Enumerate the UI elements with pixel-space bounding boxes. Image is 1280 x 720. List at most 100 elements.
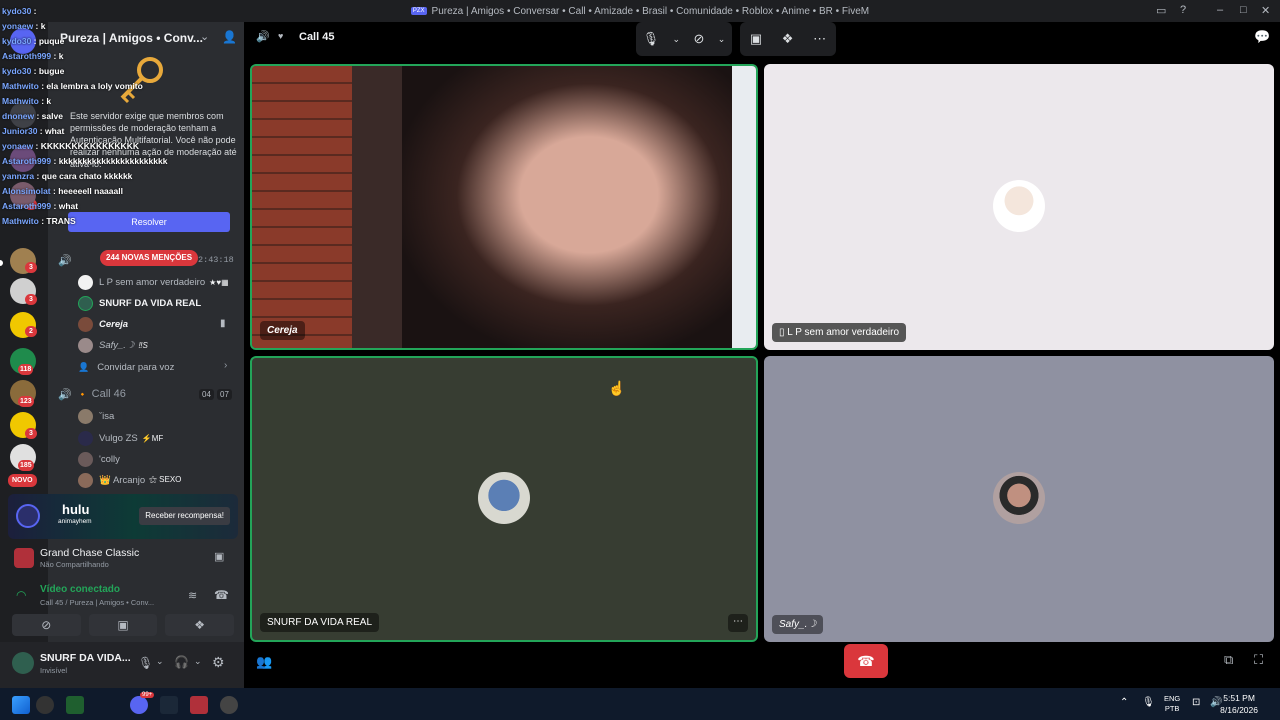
app-icon[interactable] [66,696,84,714]
settings-gear-icon[interactable]: ⚙ [212,654,225,671]
chat-text: k [46,96,52,106]
chevron-down-icon[interactable]: ⌄ [156,656,164,667]
avatar [993,472,1045,524]
game-name: Grand Chase Classic [40,547,140,559]
voice-member[interactable]: 'colly [78,449,120,469]
participant-tile[interactable]: Safy_.☽ [764,356,1274,642]
clock[interactable]: 5:51 PM 8/16/2026 [1220,692,1258,716]
app-icon[interactable] [36,696,54,714]
chat-separator: : [51,156,59,166]
voice-member[interactable]: Safy_.☽ ‼S [78,335,148,355]
voice-connection: ◠ Vídeo conectado Call 45 / Pureza | Ami… [8,582,238,612]
connection-path[interactable]: Call 45 / Pureza | Amigos • Conv... [40,598,154,607]
chevron-down-icon[interactable]: ⌄ [194,656,202,667]
activities-button[interactable]: ❖ [165,614,235,636]
microphone-icon[interactable]: 🎙 [643,31,660,47]
screen-share-icon[interactable]: ▣ [214,550,224,563]
chevron-up-icon[interactable]: ⌃ [1120,697,1128,708]
minimize-button[interactable]: – [1217,4,1223,16]
voice-member[interactable]: Cereja [78,314,128,334]
chat-message: dnonew : salve [2,109,247,124]
network-icon[interactable]: ⊡ [1192,697,1200,708]
invite-to-call-icon[interactable]: 👥 [256,654,272,670]
chat-text: salve [41,111,63,121]
promo-sub: animayhem [58,518,92,525]
help-icon[interactable]: ? [1180,4,1186,16]
steam-icon[interactable] [160,696,178,714]
avatar[interactable] [12,652,34,674]
avatar [78,337,93,353]
mentions-pill[interactable]: 244 NOVAS MENÇÕES [100,250,199,266]
video-frame [402,66,742,348]
camera-off-icon[interactable]: ⊘ [693,31,704,47]
more-options-icon[interactable]: ⋯ [728,614,748,632]
chevron-down-icon[interactable]: ⌄ [718,34,726,45]
signal-icon[interactable]: ◠ [16,588,26,602]
avatar [78,274,93,290]
discord-icon[interactable] [130,696,148,714]
headphones-icon[interactable]: 🎧 [174,655,189,669]
language-indicator[interactable]: ENG PTB [1164,694,1180,714]
screen-share-button[interactable]: ▣ [88,614,158,636]
participant-name: Safy_.☽ [772,615,824,634]
disconnect-icon[interactable]: ☎ [214,588,229,602]
voice-member[interactable]: ˇisa [78,406,114,426]
audio-video-controls: 🎙 ⌄ ⊘ ⌄ [636,22,732,56]
noise-suppression-icon[interactable]: ≋ [188,589,197,602]
chat-text: puque [38,36,65,46]
user-limit: 07 [217,389,232,400]
chat-separator: : [33,21,41,31]
maximize-button[interactable]: □ [1240,4,1247,16]
user-name: SNURF DA VIDA... [40,652,131,664]
chat-text: KKKKKKKKKKKKKKKK [40,141,139,151]
camera-off-button[interactable]: ⊘ [12,614,81,636]
popout-icon[interactable]: ⧉ [1224,652,1233,668]
chat-username: yannzra [2,171,35,181]
app-icon[interactable] [220,696,238,714]
inbox-icon[interactable]: ▭ [1156,4,1166,17]
game-icon [14,548,34,568]
voice-panel-buttons: ⊘ ▣ ❖ [12,614,235,636]
start-icon[interactable] [12,696,30,714]
leave-call-button[interactable]: ☎ [844,644,888,678]
microphone-icon[interactable]: 🎙 [1142,697,1155,708]
fullscreen-icon[interactable]: ⛶ [1254,652,1263,668]
voice-member[interactable]: SNURF DA VIDA REAL [78,293,201,313]
emoji-icon: 🔸 [77,389,88,399]
chat-username: Mathwito [2,216,39,226]
promo-banner: hulu animayhem Receber recompensa! [8,494,238,539]
unread-badge: 3 [25,294,37,305]
participant-tile[interactable]: SNURF DA VIDA REAL ⋯ ☝ [250,356,758,642]
chat-text: what [45,126,65,136]
chat-message: yonaew : k [2,19,247,34]
chat-message: yannzra : que cara chato kkkkkk [2,169,247,184]
chat-username: Astaroth999 [2,51,52,61]
screen-share-icon[interactable]: ▣ [750,31,762,47]
chevron-right-icon: › [224,360,228,371]
claim-reward-button[interactable]: Receber recompensa! [139,507,230,525]
close-button[interactable]: ✕ [1261,4,1270,17]
avatar [78,316,93,332]
avatar [78,430,93,446]
invite-to-voice[interactable]: 👤 Convidar para voz [78,357,174,377]
voice-member[interactable]: 👑 Arcanjo ⚝ SEXO [78,470,181,490]
chat-username: Astaroth999 [2,201,52,211]
unread-badge: 2 [25,326,37,337]
activities-icon[interactable]: ❖ [782,31,794,47]
chevron-down-icon[interactable]: ⌄ [673,34,681,45]
chat-text: ela lembra a loly vomito [46,81,143,91]
voice-member[interactable]: L P sem amor verdadeiro ★♥▦ [78,272,229,292]
unread-badge: 3 [25,262,37,273]
participant-tile[interactable]: ▯ L P sem amor verdadeiro [764,64,1274,350]
chat-username: kydo30 [2,6,32,16]
avatar [78,472,93,488]
game-icon[interactable] [190,696,208,714]
chat-separator: : [31,66,39,76]
voice-member[interactable]: Vulgo ZS ⚡MF [78,428,163,448]
chat-bubble-icon[interactable]: 💬 [1254,29,1270,45]
avatar [78,451,93,467]
video-tile[interactable]: Cereja [250,64,758,350]
microphone-icon[interactable]: 🎙 [138,656,153,670]
more-options-icon[interactable]: ⋯ [813,31,826,47]
user-status: Invisível [40,666,68,675]
